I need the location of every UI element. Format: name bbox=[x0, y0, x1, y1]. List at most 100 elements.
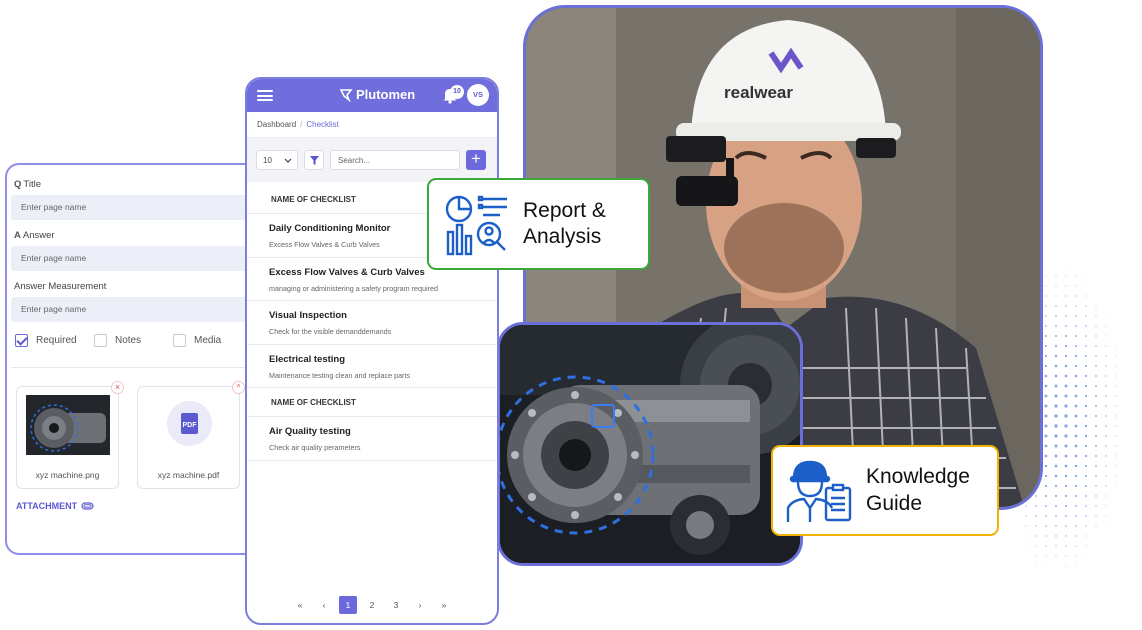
decor-dot bbox=[1074, 344, 1078, 348]
decor-dot bbox=[1055, 315, 1057, 317]
decor-dot bbox=[1064, 424, 1068, 428]
collapse-icon[interactable]: ^ bbox=[232, 381, 245, 394]
divider bbox=[11, 367, 252, 368]
filter-button[interactable] bbox=[304, 150, 324, 170]
decor-dot bbox=[1115, 435, 1117, 437]
question-form-card: Q Title Enter page name A Answer Enter pag… bbox=[5, 163, 258, 555]
decor-dot bbox=[1035, 555, 1037, 557]
decor-dot bbox=[1035, 535, 1037, 537]
decor-dot bbox=[1075, 575, 1077, 577]
decor-dot bbox=[1115, 335, 1117, 337]
prev-page-icon[interactable]: ‹ bbox=[312, 600, 336, 610]
search-input[interactable]: Search... bbox=[330, 150, 460, 170]
decor-dot bbox=[1025, 545, 1027, 547]
decor-dot bbox=[1064, 404, 1068, 408]
decor-dot bbox=[1095, 315, 1097, 317]
attachment-image[interactable]: × xyz machine.png bbox=[16, 381, 124, 489]
menu-icon[interactable] bbox=[257, 90, 273, 101]
decor-dot bbox=[1085, 565, 1087, 567]
page-3-button[interactable]: 3 bbox=[384, 600, 408, 610]
list-item[interactable]: Air Quality testing Check air quality per… bbox=[247, 417, 497, 461]
decor-dot bbox=[1064, 354, 1068, 358]
decor-dot bbox=[1105, 395, 1107, 397]
decor-dot bbox=[1085, 335, 1087, 337]
decor-dot bbox=[1074, 354, 1078, 358]
decor-dot bbox=[1065, 515, 1067, 517]
decor-dot bbox=[1095, 435, 1097, 437]
add-checklist-button[interactable]: + bbox=[466, 150, 486, 170]
page-2-button[interactable]: 2 bbox=[360, 600, 384, 610]
notes-checkbox[interactable]: Notes bbox=[94, 334, 173, 347]
measurement-input[interactable]: Enter page name bbox=[11, 297, 255, 322]
decor-dot bbox=[1054, 444, 1058, 448]
breadcrumb-dashboard[interactable]: Dashboard bbox=[257, 120, 296, 129]
decor-dot bbox=[1075, 525, 1077, 527]
page-1-button[interactable]: 1 bbox=[339, 596, 357, 614]
knowledge-guide-text: Knowledge Guide bbox=[866, 464, 970, 517]
guide-line-2: Guide bbox=[866, 491, 923, 515]
report-analysis-callout: Report & Analysis bbox=[427, 178, 650, 270]
decor-dot bbox=[1065, 555, 1067, 557]
decor-dot bbox=[1045, 515, 1047, 517]
avatar[interactable]: VS bbox=[467, 84, 489, 106]
decor-dot bbox=[1044, 374, 1048, 378]
decor-dot bbox=[1075, 285, 1077, 287]
attachment-pdf[interactable]: PDF ^ xyz machine.pdf bbox=[137, 381, 245, 489]
decor-dot bbox=[1115, 415, 1117, 417]
decor-dot bbox=[1085, 485, 1087, 487]
decor-dot bbox=[1085, 555, 1087, 557]
decor-dot bbox=[1055, 325, 1057, 327]
next-page-icon[interactable]: › bbox=[408, 600, 432, 610]
list-item[interactable]: Electrical testing Maintenance testing cl… bbox=[247, 345, 497, 388]
decor-dot bbox=[1105, 525, 1107, 527]
decor-dot bbox=[1115, 485, 1117, 487]
decor-dot bbox=[1054, 464, 1058, 468]
decor-dot bbox=[1055, 575, 1057, 577]
decor-dot bbox=[1064, 364, 1068, 368]
decor-dot bbox=[1075, 335, 1077, 337]
attachment-label: ATTACHMENT bbox=[16, 501, 78, 511]
decor-dot bbox=[1105, 475, 1107, 477]
title-input[interactable]: Enter page name bbox=[11, 195, 255, 220]
decor-dot bbox=[1065, 525, 1067, 527]
remove-attachment-icon[interactable]: × bbox=[111, 381, 124, 394]
decor-dot bbox=[1054, 344, 1058, 348]
attachment-link[interactable]: ATTACHMENT bbox=[16, 501, 252, 511]
first-page-icon[interactable]: « bbox=[288, 600, 312, 610]
decor-dot bbox=[1085, 525, 1087, 527]
decor-dot bbox=[1055, 545, 1057, 547]
decor-dot bbox=[1115, 355, 1117, 357]
required-checkbox[interactable]: Required bbox=[15, 334, 94, 347]
decor-dot bbox=[1044, 434, 1048, 438]
page-size-value: 10 bbox=[263, 155, 272, 165]
decor-dot bbox=[1095, 385, 1097, 387]
decor-dot bbox=[1054, 474, 1058, 478]
decor-dot bbox=[1035, 525, 1037, 527]
decor-dot bbox=[1064, 464, 1068, 468]
decor-dot bbox=[1055, 275, 1057, 277]
answer-input[interactable]: Enter page name bbox=[11, 246, 255, 271]
decor-dot bbox=[1095, 505, 1097, 507]
decor-dot bbox=[1075, 265, 1077, 267]
decor-dot bbox=[1105, 355, 1107, 357]
decor-dot bbox=[1035, 505, 1037, 507]
attachment-name: xyz machine.png bbox=[35, 470, 100, 480]
decor-dot bbox=[1054, 434, 1058, 438]
machine-illustration bbox=[500, 325, 800, 563]
last-page-icon[interactable]: » bbox=[432, 600, 456, 610]
decor-dot bbox=[1055, 525, 1057, 527]
media-checkbox[interactable]: Media bbox=[173, 334, 252, 347]
list-item[interactable]: Visual Inspection Check for the visible d… bbox=[247, 301, 497, 345]
decor-dot bbox=[1115, 455, 1117, 457]
decor-dot bbox=[1044, 474, 1048, 478]
decor-dot bbox=[1065, 265, 1067, 267]
decor-dot bbox=[1025, 555, 1027, 557]
page-size-select[interactable]: 10 bbox=[256, 150, 298, 170]
decor-dot bbox=[1075, 305, 1077, 307]
decor-dot bbox=[1055, 335, 1057, 337]
decor-dot bbox=[1084, 464, 1088, 468]
decor-dot bbox=[1105, 485, 1107, 487]
decor-dot bbox=[1095, 465, 1097, 467]
decor-dot bbox=[1035, 495, 1037, 497]
filter-icon bbox=[309, 155, 319, 165]
